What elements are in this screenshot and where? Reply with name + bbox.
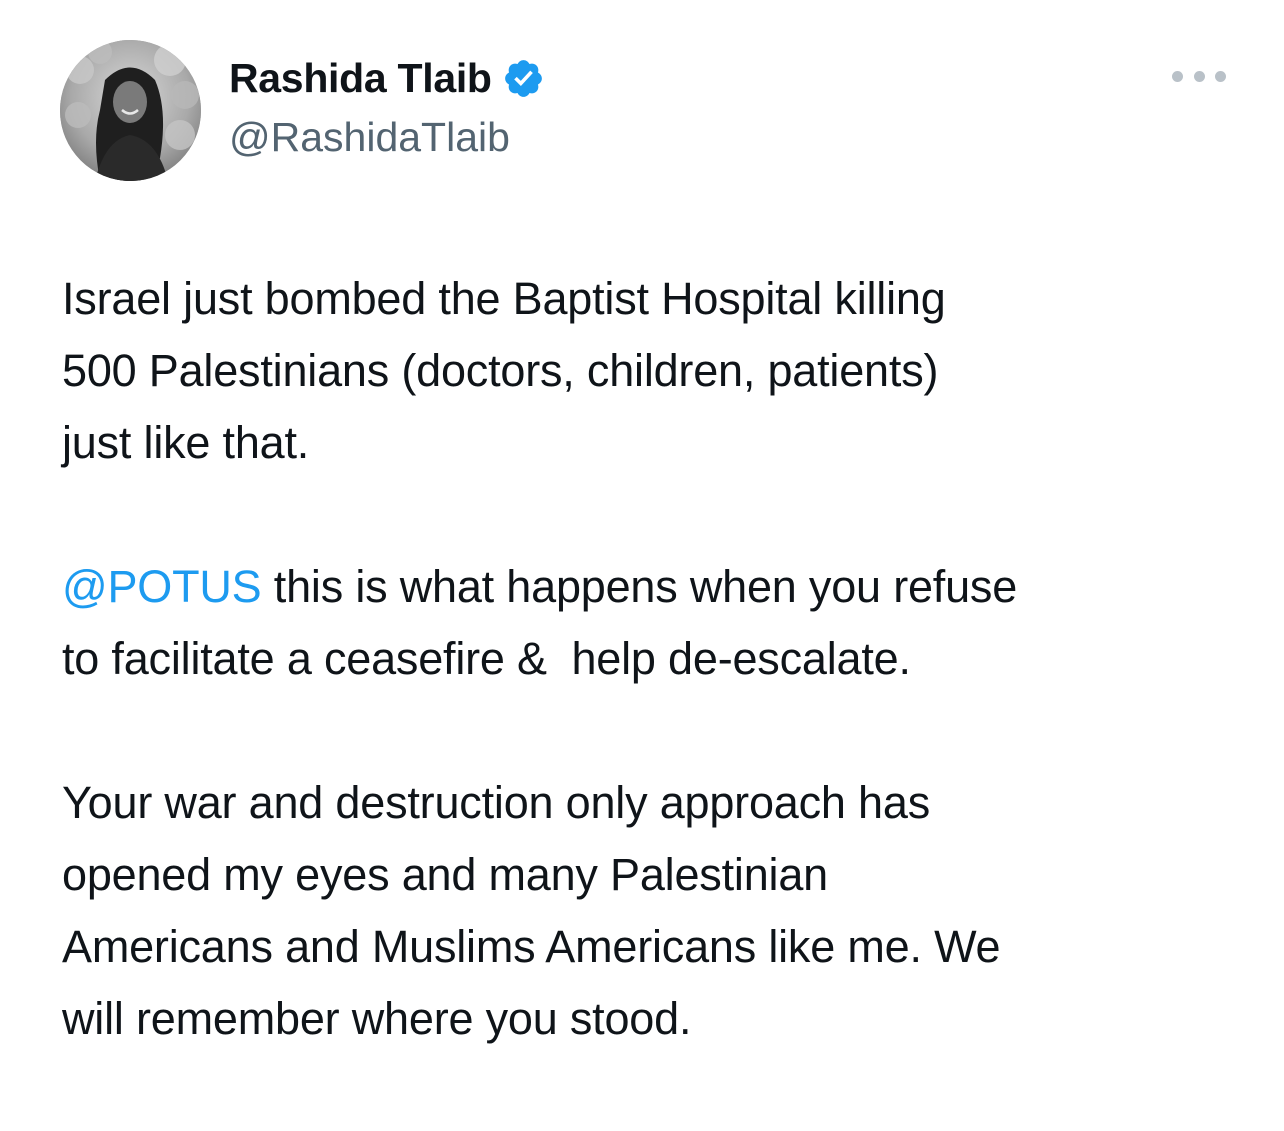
tweet-line: Americans and Muslims Americans like me.… <box>62 921 1001 972</box>
tweet-card: Rashida Tlaib @RashidaTlaib Israel just … <box>0 0 1284 1131</box>
tweet-line: Israel just bombed the Baptist Hospital … <box>62 273 946 324</box>
tweet-paragraph: Israel just bombed the Baptist Hospital … <box>62 263 1242 479</box>
tweet-line: will remember where you stood. <box>62 993 692 1044</box>
author-handle[interactable]: @RashidaTlaib <box>229 114 510 161</box>
tweet-line-text: this is what happens when you refuse <box>261 561 1018 612</box>
dot-icon <box>1172 70 1183 82</box>
avatar-photo-icon <box>60 40 201 181</box>
dot-icon <box>1215 70 1226 82</box>
more-options-icon[interactable] <box>1172 64 1226 88</box>
author-name-row[interactable]: Rashida Tlaib <box>229 52 545 104</box>
tweet-line: Your war and destruction only approach h… <box>62 777 931 828</box>
author-avatar[interactable] <box>60 40 201 181</box>
mention-link[interactable]: @POTUS <box>62 561 262 612</box>
tweet-line: opened my eyes and many Palestinian <box>62 849 828 900</box>
tweet-line: to facilitate a ceasefire & help de-esca… <box>62 633 911 684</box>
tweet-paragraph: Your war and destruction only approach h… <box>62 767 1242 1055</box>
verified-badge-icon <box>502 57 545 100</box>
tweet-line: just like that. <box>62 417 310 468</box>
dot-icon <box>1193 70 1205 82</box>
author-display-name[interactable]: Rashida Tlaib <box>229 55 492 102</box>
tweet-paragraph: @POTUS this is what happens when you ref… <box>62 551 1242 695</box>
tweet-line: @POTUS this is what happens when you ref… <box>62 551 1242 623</box>
tweet-line: 500 Palestinians (doctors, children, pat… <box>62 345 939 396</box>
tweet-text: Israel just bombed the Baptist Hospital … <box>62 263 1242 1055</box>
